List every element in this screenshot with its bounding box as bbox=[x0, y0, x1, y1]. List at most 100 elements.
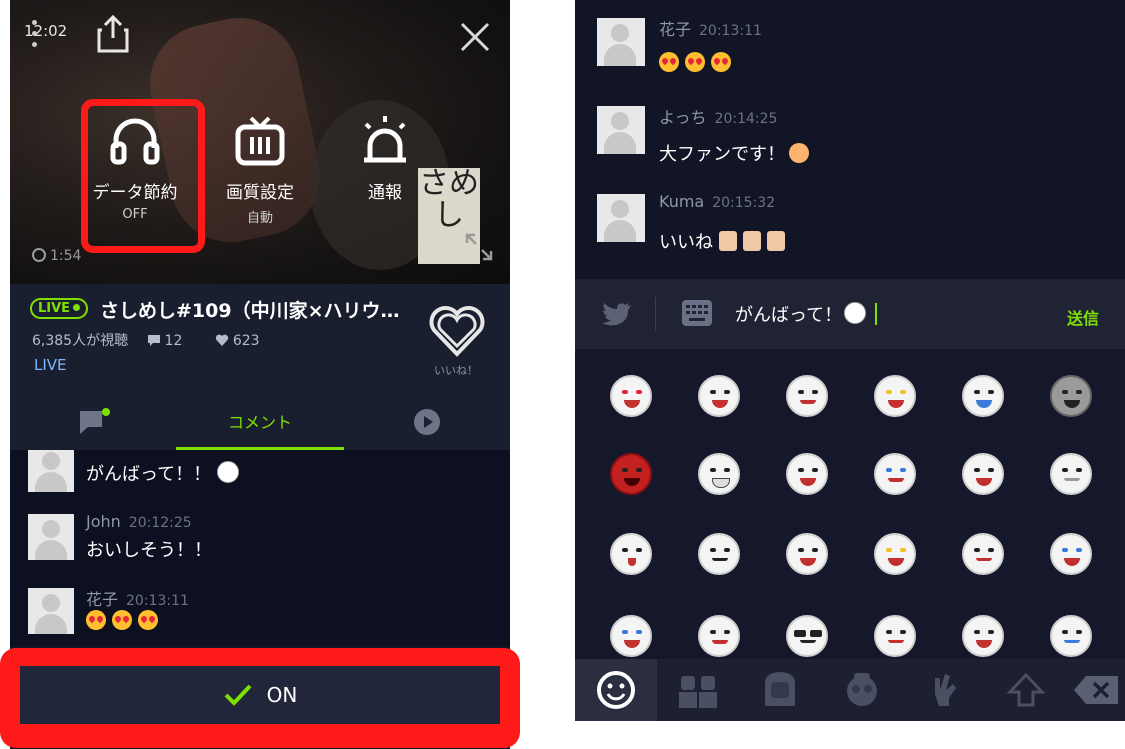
tab-comment[interactable]: コメント bbox=[176, 394, 344, 450]
avatar bbox=[28, 514, 74, 560]
comment-list[interactable]: がんばって！！ John 20:12:25 おいしそう！！ 花子 20:13:11 bbox=[10, 450, 510, 646]
comment-list[interactable]: 花子 20:13:11 よっち 20:14:25 大ファンです！ Kuma 20:15… bbox=[575, 0, 1125, 279]
avatar bbox=[28, 588, 74, 634]
sticker-scream[interactable] bbox=[1050, 375, 1092, 417]
tab-people[interactable] bbox=[657, 659, 739, 721]
person-icon bbox=[765, 672, 795, 706]
tab-smiley[interactable] bbox=[575, 659, 657, 721]
sticker-yelling[interactable] bbox=[786, 533, 828, 575]
tab-person[interactable] bbox=[739, 659, 821, 721]
tab-hand[interactable] bbox=[903, 659, 985, 721]
highlight-box bbox=[81, 99, 205, 253]
people-icon bbox=[679, 676, 717, 708]
like-heart-icon[interactable] bbox=[428, 302, 486, 364]
comment-input-bar: がんばって！ 送信 bbox=[575, 279, 1125, 349]
divider bbox=[655, 297, 656, 331]
close-icon[interactable] bbox=[458, 20, 492, 58]
sticker-palette bbox=[575, 349, 1125, 659]
play-icon bbox=[414, 409, 440, 435]
heart-eyes-emoji bbox=[138, 610, 158, 630]
sticker-nervous[interactable] bbox=[1050, 615, 1092, 657]
comment-text: がんばって！！ bbox=[86, 460, 245, 486]
status-time: 12:02 bbox=[24, 22, 68, 40]
thumbs-up-emoji bbox=[766, 231, 785, 251]
sticker-surprised[interactable] bbox=[610, 533, 652, 575]
thumbs-up-emoji bbox=[718, 231, 737, 251]
tab-video[interactable] bbox=[344, 394, 510, 450]
thumbs-up-emoji bbox=[742, 231, 761, 251]
comment-text bbox=[659, 52, 737, 74]
flag-icon bbox=[80, 408, 110, 434]
expand-icon[interactable] bbox=[464, 232, 494, 266]
sticker-grimace[interactable] bbox=[698, 453, 740, 495]
sticker-annoyed[interactable] bbox=[962, 453, 1004, 495]
tv-icon bbox=[235, 116, 285, 166]
video-player[interactable]: 12:02 データ節約 OFF 画質設定 自動 通報 さめし 1:54 bbox=[10, 0, 510, 284]
sticker-shocked[interactable] bbox=[874, 375, 916, 417]
sticker-grin[interactable] bbox=[786, 453, 828, 495]
backspace-icon bbox=[1074, 676, 1118, 704]
heart-small-icon bbox=[215, 334, 228, 346]
comment-text: おいしそう！！ bbox=[86, 540, 212, 561]
comment-input[interactable]: がんばって！ bbox=[735, 301, 878, 327]
sticker-sobbing[interactable] bbox=[610, 615, 652, 657]
comment-text: いいね bbox=[659, 228, 791, 254]
blush-emoji bbox=[789, 143, 809, 163]
live-badge: LIVE bbox=[30, 298, 89, 319]
send-button[interactable]: 送信 bbox=[1067, 305, 1099, 329]
comment-author: よっち 20:14:25 bbox=[659, 108, 778, 127]
quality-settings-button[interactable]: 画質設定 自動 bbox=[205, 114, 315, 226]
comment-text: 大ファンです！ bbox=[659, 140, 815, 166]
tab-shift[interactable] bbox=[985, 659, 1067, 721]
menu-label: 画質設定 bbox=[226, 183, 294, 203]
broadcast-info: LIVE さしめし#109（中川家×ハリウ… 6,385人が視聴 12 623 … bbox=[10, 284, 510, 394]
comment-author: 花子 20:13:11 bbox=[86, 590, 189, 609]
broadcast-stats: 6,385人が視聴 12 623 bbox=[32, 330, 288, 350]
sticker-furious[interactable] bbox=[874, 533, 916, 575]
sticker-category-bar bbox=[575, 659, 1125, 721]
face-icon bbox=[847, 673, 877, 706]
sticker-heart-eyes[interactable] bbox=[610, 375, 652, 417]
sticker-angry[interactable] bbox=[610, 453, 652, 495]
avatar bbox=[597, 194, 645, 242]
sticker-bawling[interactable] bbox=[1050, 533, 1092, 575]
keyboard-icon[interactable] bbox=[681, 299, 713, 331]
check-icon bbox=[224, 684, 252, 706]
avatar bbox=[28, 450, 74, 492]
broadcast-title: さしめし#109（中川家×ハリウ… bbox=[100, 300, 400, 322]
sticker-disgusted[interactable] bbox=[962, 533, 1004, 575]
sticker-smile[interactable] bbox=[786, 375, 828, 417]
comment-author: 花子 20:13:11 bbox=[659, 20, 762, 39]
sticker-laughing[interactable] bbox=[698, 375, 740, 417]
heart-eyes-emoji bbox=[711, 52, 731, 72]
sticker-sunglasses[interactable] bbox=[786, 615, 828, 657]
viewer-count: 6,385人が視聴 bbox=[32, 333, 129, 349]
tab-face[interactable] bbox=[821, 659, 903, 721]
sticker-smirk[interactable] bbox=[874, 615, 916, 657]
sticker-tears[interactable] bbox=[874, 453, 916, 495]
hand-icon bbox=[935, 674, 956, 706]
like-label: いいね！ bbox=[434, 364, 478, 377]
sticker-worried[interactable] bbox=[962, 615, 1004, 657]
heart-eyes-emoji bbox=[86, 610, 106, 630]
sticker-content[interactable] bbox=[1050, 453, 1092, 495]
sticker-sad[interactable] bbox=[698, 533, 740, 575]
backspace-button[interactable] bbox=[1067, 659, 1125, 721]
more-vertical-icon[interactable] bbox=[32, 20, 38, 54]
sticker-squint[interactable] bbox=[698, 615, 740, 657]
tab-info[interactable] bbox=[10, 394, 176, 450]
on-button[interactable]: ON bbox=[20, 666, 500, 724]
text-caret bbox=[875, 303, 878, 325]
twitter-icon[interactable] bbox=[601, 301, 633, 331]
heart-eyes-emoji bbox=[685, 52, 705, 72]
avatar bbox=[597, 18, 645, 66]
heart-eyes-emoji bbox=[112, 610, 132, 630]
smiley-icon bbox=[597, 671, 635, 709]
comment-author: Kuma 20:15:32 bbox=[659, 192, 776, 211]
alarm-icon bbox=[364, 116, 406, 163]
left-phone-screen: 12:02 データ節約 OFF 画質設定 自動 通報 さめし 1:54 LIVE… bbox=[10, 0, 510, 749]
like-count: 623 bbox=[215, 333, 274, 349]
clock-icon bbox=[32, 248, 46, 262]
share-icon[interactable] bbox=[96, 14, 130, 58]
sticker-crying[interactable] bbox=[962, 375, 1004, 417]
